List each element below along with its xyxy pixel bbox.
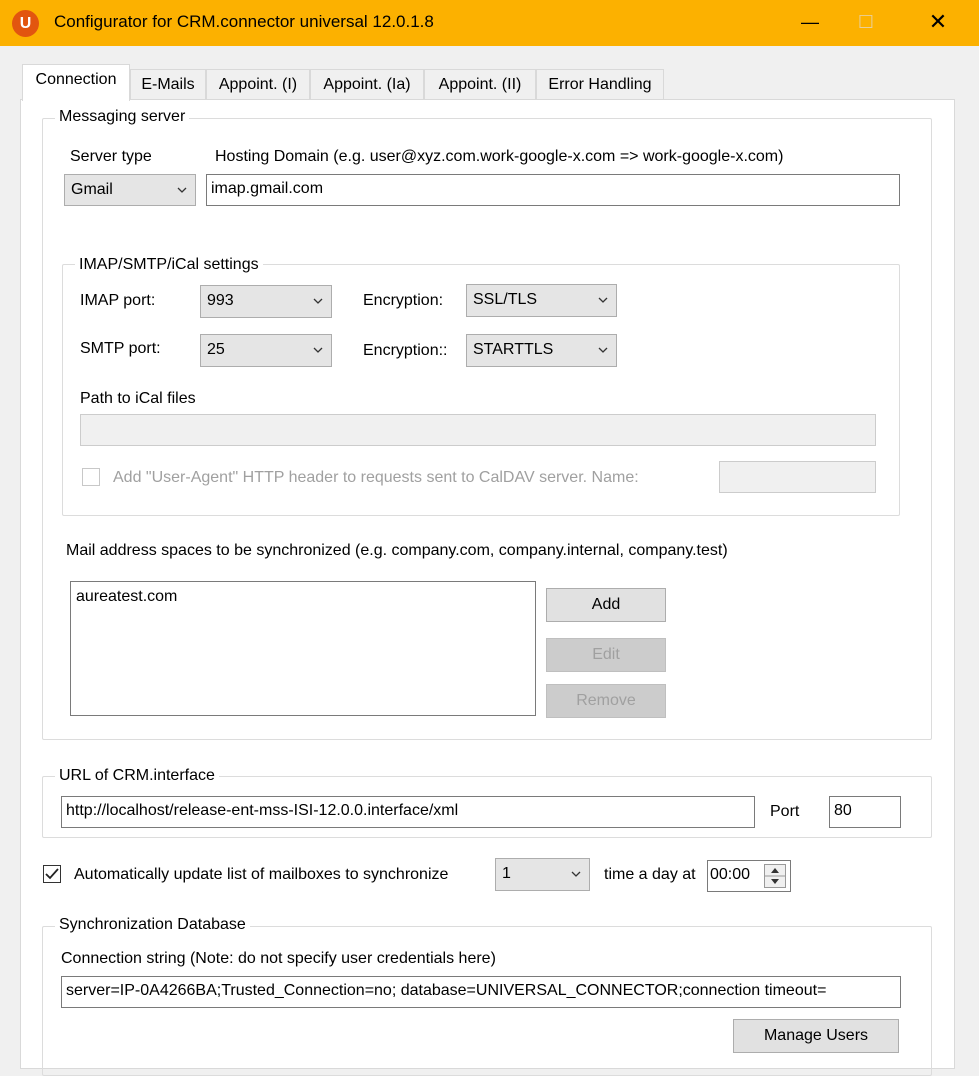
crm-interface-legend: URL of CRM.interface	[55, 767, 219, 785]
tab-appoint-ia[interactable]: Appoint. (Ia)	[310, 69, 424, 100]
tab-appoint-i[interactable]: Appoint. (I)	[206, 69, 310, 100]
ical-path-input[interactable]	[80, 414, 876, 446]
auto-update-checkbox[interactable]	[43, 865, 61, 883]
imap-encryption-label: Encryption:	[363, 292, 444, 309]
hosting-domain-label: Hosting Domain (e.g. user@xyz.com.work-g…	[215, 148, 784, 165]
server-type-value: Gmail	[71, 181, 113, 198]
tab-connection[interactable]: Connection	[22, 64, 130, 101]
smtp-port-value: 25	[207, 341, 225, 358]
chevron-down-icon	[313, 347, 323, 353]
list-item[interactable]: aureatest.com	[71, 582, 535, 606]
sync-db-legend: Synchronization Database	[55, 916, 250, 934]
imap-port-label: IMAP port:	[80, 292, 156, 309]
times-per-day-value: 1	[502, 865, 511, 882]
chevron-down-icon	[313, 298, 323, 304]
chevron-down-icon	[598, 297, 608, 303]
times-a-day-label: time a day at	[604, 866, 696, 883]
edit-button[interactable]: Edit	[546, 638, 666, 672]
smtp-encryption-label: Encryption::	[363, 342, 448, 359]
imap-port-select[interactable]: 993	[200, 285, 332, 318]
title-bar: U Configurator for CRM.connector univers…	[0, 0, 979, 46]
tab-appoint-ii[interactable]: Appoint. (II)	[424, 69, 536, 100]
checkmark-icon	[45, 868, 59, 880]
messaging-server-legend: Messaging server	[55, 108, 190, 126]
smtp-encryption-select[interactable]: STARTTLS	[466, 334, 617, 367]
ical-path-label: Path to iCal files	[80, 390, 196, 407]
auto-update-label: Automatically update list of mailboxes t…	[74, 866, 449, 883]
chevron-down-icon	[598, 347, 608, 353]
user-agent-label: Add "User-Agent" HTTP header to requests…	[113, 469, 639, 486]
smtp-port-label: SMTP port:	[80, 340, 161, 357]
chevron-down-icon	[177, 187, 187, 193]
mail-spaces-list[interactable]: aureatest.com	[70, 581, 536, 716]
server-type-select[interactable]: Gmail	[64, 174, 196, 206]
connection-string-input[interactable]: server=IP-0A4266BA;Trusted_Connection=no…	[61, 976, 901, 1008]
crm-interface-url-input[interactable]: http://localhost/release-ent-mss-ISI-12.…	[61, 796, 755, 828]
hosting-domain-input[interactable]: imap.gmail.com	[206, 174, 900, 206]
imap-port-value: 993	[207, 292, 234, 309]
mail-spaces-label: Mail address spaces to be synchronized (…	[66, 542, 728, 559]
imap-encryption-select[interactable]: SSL/TLS	[466, 284, 617, 317]
imap-smtp-ical-legend: IMAP/SMTP/iCal settings	[75, 256, 263, 274]
chevron-down-icon	[571, 871, 581, 877]
manage-users-button[interactable]: Manage Users	[733, 1019, 899, 1053]
port-label: Port	[770, 803, 800, 820]
add-button[interactable]: Add	[546, 588, 666, 622]
spinner-arrows-icon	[765, 868, 785, 884]
imap-encryption-value: SSL/TLS	[473, 291, 538, 308]
app-logo-icon: U	[12, 10, 39, 37]
server-type-label: Server type	[70, 148, 152, 165]
port-input[interactable]: 80	[829, 796, 901, 828]
window-title: Configurator for CRM.connector universal…	[54, 12, 434, 31]
user-agent-checkbox[interactable]	[82, 468, 100, 486]
smtp-encryption-value: STARTTLS	[473, 341, 554, 358]
time-value: 00:00	[710, 866, 751, 883]
user-agent-name-input[interactable]	[719, 461, 876, 493]
maximize-button[interactable]: ☐	[836, 0, 896, 46]
connection-string-label: Connection string (Note: do not specify …	[61, 950, 496, 967]
remove-button[interactable]: Remove	[546, 684, 666, 718]
tab-error-handling[interactable]: Error Handling	[536, 69, 664, 100]
smtp-port-select[interactable]: 25	[200, 334, 332, 367]
times-per-day-select[interactable]: 1	[495, 858, 590, 891]
time-spinner[interactable]	[764, 864, 786, 888]
tab-e-mails[interactable]: E-Mails	[130, 69, 206, 100]
minimize-button[interactable]: —	[780, 0, 840, 46]
close-button[interactable]: ✕	[908, 0, 968, 46]
